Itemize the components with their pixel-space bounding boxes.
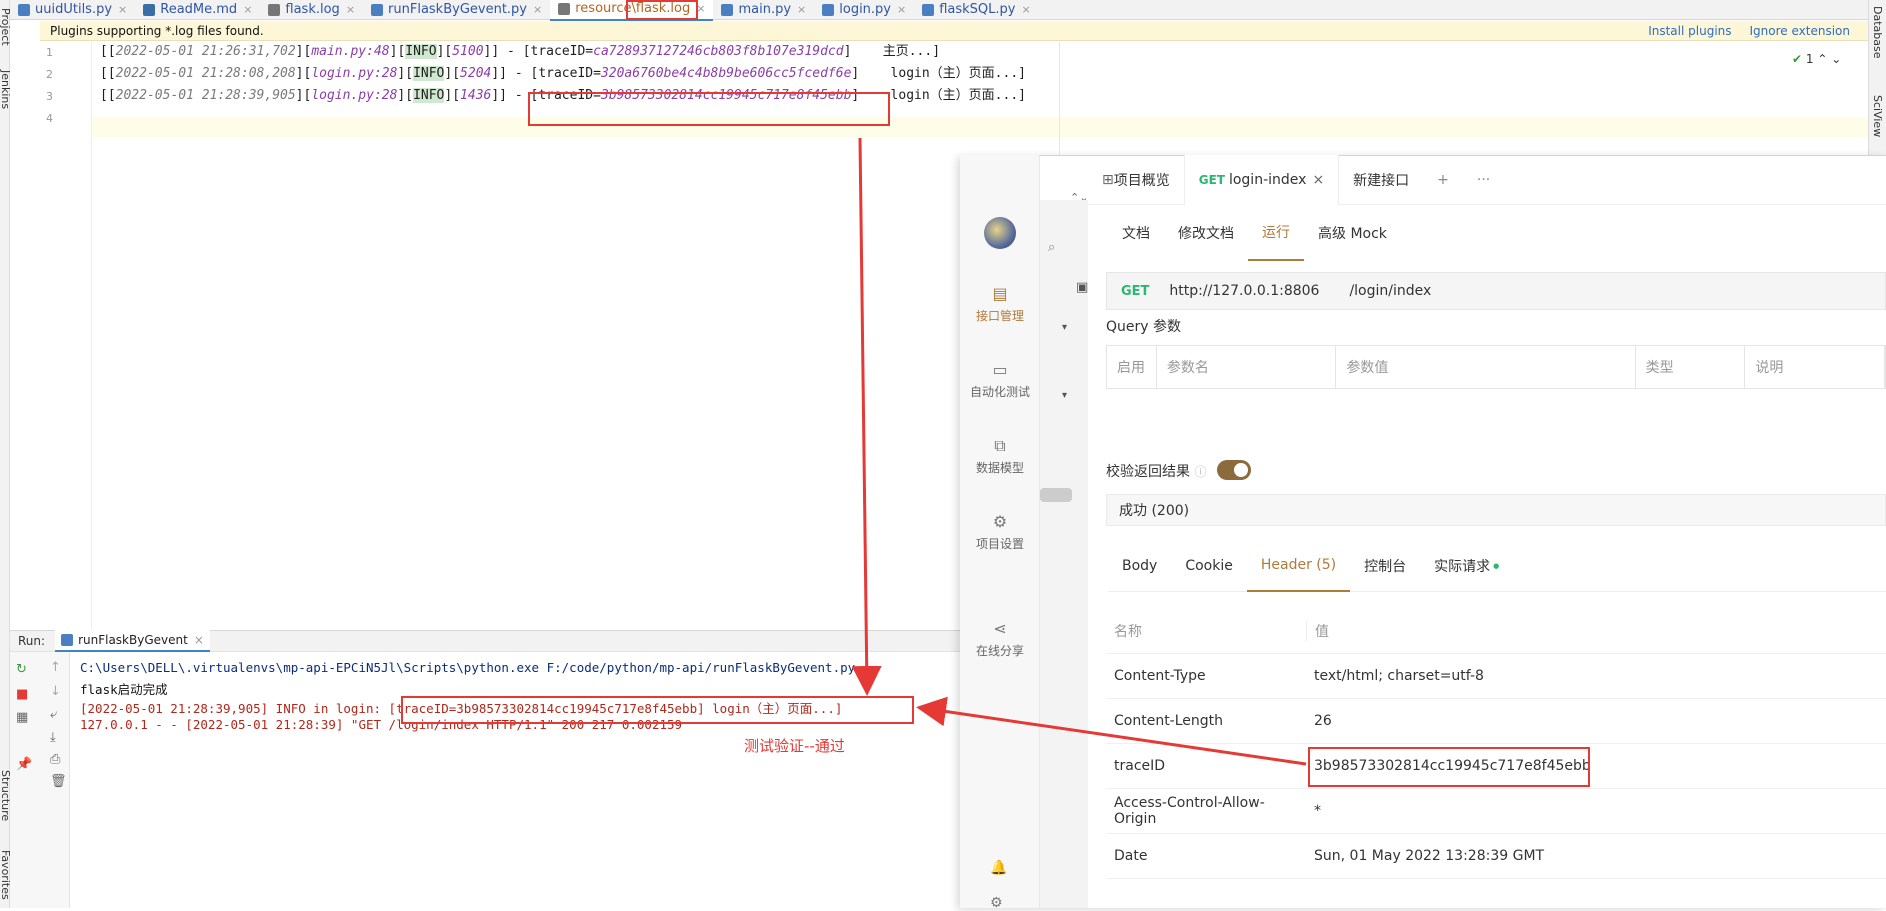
- arrow-header-to-console: [916, 696, 1307, 766]
- annotation-arrows: [851, 137, 1307, 766]
- arrow-log-to-console: [851, 137, 882, 696]
